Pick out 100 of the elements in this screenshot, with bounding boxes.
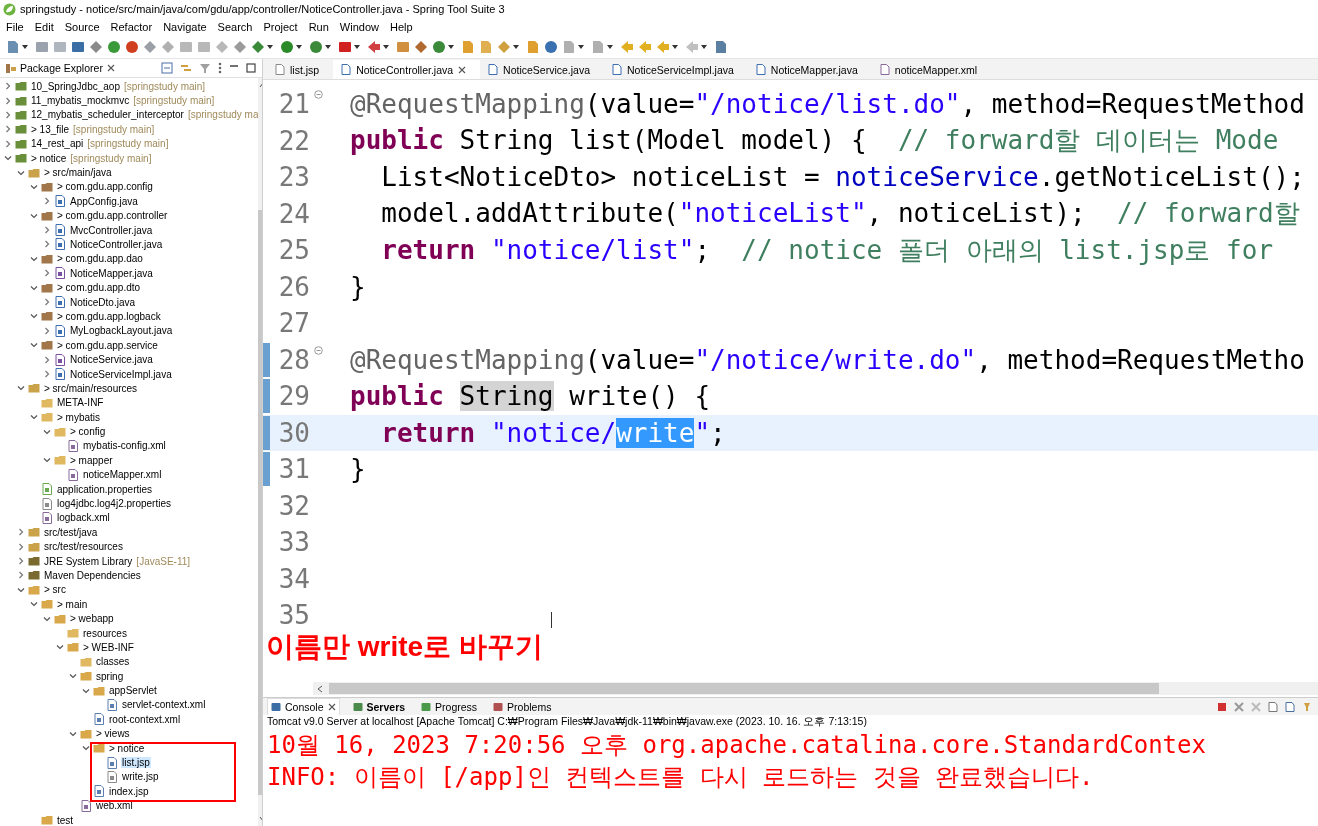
chevron-down-icon[interactable]	[82, 744, 90, 753]
chevron-down-icon[interactable]	[30, 211, 38, 220]
chevron-down-icon[interactable]	[30, 182, 38, 191]
tree-item[interactable]: noticeMapper.xml	[82, 469, 163, 481]
console-tab[interactable]: Problems	[490, 698, 555, 715]
tree-item[interactable]: > config	[69, 426, 107, 438]
tree-item[interactable]: NoticeService.java	[69, 354, 154, 366]
chevron-down-icon[interactable]	[43, 614, 51, 623]
menu-item[interactable]: Refactor	[110, 21, 153, 33]
chevron-down-icon[interactable]	[30, 283, 38, 292]
close-icon[interactable]	[106, 64, 115, 72]
tree-item[interactable]: resources	[82, 627, 128, 639]
editor-tab[interactable]: NoticeServiceImpl.java	[604, 60, 748, 79]
chevron-down-icon[interactable]	[17, 168, 25, 177]
console-tab[interactable]: Servers	[349, 698, 409, 715]
fold-icon[interactable]	[314, 90, 323, 99]
tree-item[interactable]: > com.gdu.app.controller	[56, 210, 169, 222]
tree-item[interactable]: 11_mybatis_mockmvc	[30, 95, 131, 107]
caret-icon[interactable]	[354, 45, 360, 49]
tree-item[interactable]: NoticeServiceImpl.java	[69, 368, 173, 380]
tree-item[interactable]: > WEB-INF	[82, 641, 135, 653]
tree-item[interactable]: 12_mybatis_scheduler_interceptor	[30, 109, 185, 121]
chevron-right-icon[interactable]	[17, 571, 25, 580]
play-icon[interactable]	[280, 40, 294, 54]
caret-icon[interactable]	[672, 45, 678, 49]
collapse-icon[interactable]	[161, 62, 173, 74]
chevron-right-icon[interactable]	[43, 370, 51, 378]
menu-item[interactable]: Edit	[34, 21, 54, 33]
tree-item[interactable]: application.properties	[56, 483, 154, 495]
tree-item[interactable]: 10_SpringJdbc_aop	[30, 80, 121, 92]
scroll-left-icon[interactable]	[317, 684, 323, 693]
fold-icon[interactable]	[314, 345, 323, 355]
close-icon[interactable]	[458, 65, 467, 74]
tree-item[interactable]: appServlet	[108, 685, 158, 697]
menu-item[interactable]: Source	[64, 21, 100, 33]
tree-item[interactable]: > com.gdu.app.dao	[56, 253, 144, 265]
tree-item[interactable]: > com.gdu.app.service	[56, 339, 159, 351]
chevron-right-icon[interactable]	[4, 125, 12, 134]
chevron-down-icon[interactable]	[30, 312, 38, 321]
tree-item[interactable]: log4jdbc.log4j2.properties	[56, 498, 172, 509]
menu-item[interactable]: Help	[390, 21, 413, 33]
tree-item[interactable]: src/test/java	[43, 526, 99, 538]
caret-icon[interactable]	[607, 45, 613, 49]
chevron-down-icon[interactable]	[17, 384, 25, 393]
menu-item[interactable]: Run	[308, 21, 329, 33]
console-tab[interactable]: Progress	[418, 698, 481, 715]
chevron-down-icon[interactable]	[69, 729, 77, 738]
stop-icon[interactable]	[1217, 701, 1227, 712]
globe-icon[interactable]	[544, 40, 558, 54]
document-icon[interactable]	[1268, 701, 1278, 712]
tree-item[interactable]: mybatis-config.xml	[82, 440, 167, 452]
tree-item[interactable]: > src/main/java	[43, 167, 113, 179]
editor-tab[interactable]: NoticeService.java	[480, 60, 605, 79]
caret-icon[interactable]	[701, 45, 707, 49]
tree-item[interactable]: > com.gdu.app.logback	[56, 310, 162, 322]
caret-icon[interactable]	[296, 45, 302, 49]
tree-item[interactable]: > src	[43, 584, 67, 596]
caret-icon[interactable]	[325, 45, 331, 49]
tree-item[interactable]: MvcController.java	[69, 224, 154, 236]
remove-icon[interactable]	[1234, 701, 1244, 712]
tree-item[interactable]: NoticeController.java	[69, 239, 164, 250]
chevron-right-icon[interactable]	[4, 139, 12, 148]
chevron-right-icon[interactable]	[43, 240, 51, 249]
tree-item[interactable]: > 13_file	[30, 123, 71, 135]
scrollbar[interactable]	[313, 682, 1318, 695]
maximize-icon[interactable]	[246, 63, 256, 73]
chevron-right-icon[interactable]	[17, 542, 25, 551]
chevron-right-icon[interactable]	[43, 326, 51, 335]
menu-item[interactable]: File	[6, 21, 24, 33]
tree-item[interactable]: classes	[95, 656, 131, 668]
menu-item[interactable]: Search	[217, 21, 253, 33]
menu-item[interactable]: Navigate	[163, 21, 207, 33]
close-icon[interactable]	[327, 703, 336, 711]
stop-icon[interactable]	[338, 40, 352, 54]
chevron-right-icon[interactable]	[43, 355, 51, 364]
menu-item[interactable]: Window	[339, 21, 379, 33]
chevron-down-icon[interactable]	[17, 585, 25, 594]
chevron-right-icon[interactable]	[43, 197, 51, 206]
editor-tab[interactable]: NoticeController.java	[333, 60, 481, 79]
tree-item[interactable]: META-INF	[56, 397, 105, 409]
chevron-right-icon[interactable]	[4, 110, 12, 119]
chevron-down-icon[interactable]	[56, 643, 64, 652]
document-icon[interactable]	[1285, 701, 1295, 712]
chevron-down-icon[interactable]	[30, 413, 38, 422]
tree-item[interactable]: NoticeMapper.java	[69, 267, 154, 279]
caret-icon[interactable]	[267, 45, 273, 49]
chevron-down-icon[interactable]	[4, 154, 12, 163]
tree-item[interactable]: > src/main/resources	[43, 382, 139, 394]
tree-item[interactable]: spring	[95, 670, 125, 682]
menu-item[interactable]: Project	[263, 21, 298, 33]
tree-item[interactable]: > com.gdu.app.dto	[56, 282, 142, 294]
editor-tab[interactable]: NoticeMapper.java	[747, 60, 872, 79]
scroll-thumb[interactable]	[329, 683, 1159, 694]
tree-item[interactable]: write.jsp	[121, 771, 160, 783]
tree-item[interactable]: test	[56, 814, 75, 826]
tree-item[interactable]: JRE System Library	[43, 555, 134, 567]
tree-item[interactable]: > webapp	[69, 613, 115, 625]
tree-item[interactable]: AppConfig.java	[69, 195, 139, 207]
console-tab[interactable]: Console	[267, 698, 340, 715]
filter-icon[interactable]	[199, 62, 211, 74]
